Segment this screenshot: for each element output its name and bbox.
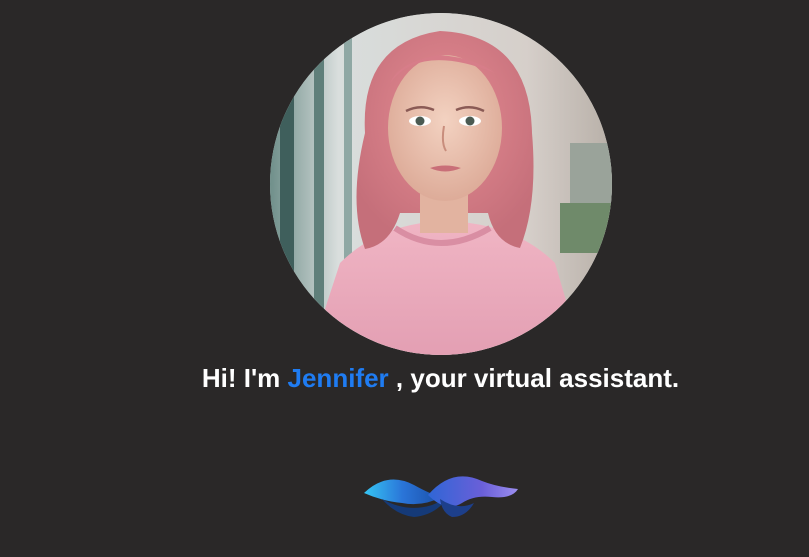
greeting-suffix: , your virtual assistant.	[395, 363, 680, 393]
greeting-prefix: Hi! I'm	[201, 363, 281, 393]
assistant-name: Jennifer	[287, 363, 389, 393]
assistant-avatar	[270, 13, 612, 355]
voice-wave-icon	[362, 467, 520, 523]
assistant-screen: Hi! I'm Jennifer , your virtual assistan…	[0, 0, 809, 557]
greeting-message: Hi! I'm Jennifer , your virtual assistan…	[0, 362, 809, 394]
assistant-portrait	[270, 13, 612, 355]
